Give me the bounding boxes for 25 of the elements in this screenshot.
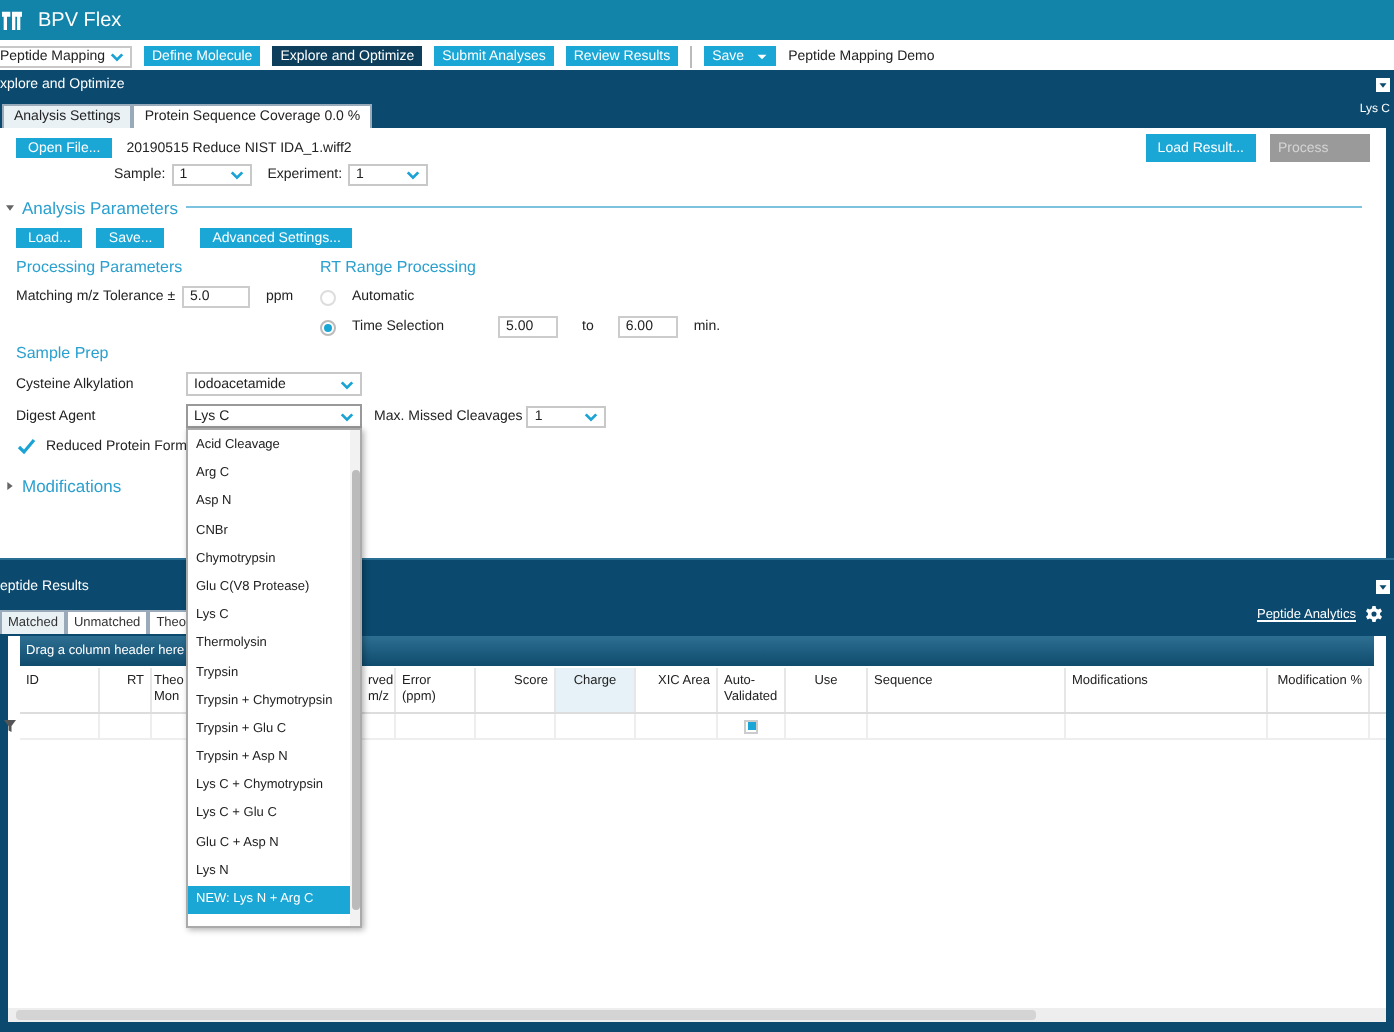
collapse-icon[interactable] [1376,579,1390,593]
radio-button[interactable] [320,289,336,305]
collapse-icon[interactable] [1376,77,1390,91]
caret-icon [756,51,769,61]
chevron-icon [340,411,354,421]
scrollbar[interactable] [8,1008,1386,1022]
filter-icon[interactable] [4,720,16,732]
group-heading: Sample Prep [16,344,111,366]
chevron-icon [406,170,421,180]
chevron-icon [584,411,599,421]
group-heading: RT Range Processing [320,258,478,280]
radio-button[interactable] [320,319,336,335]
chevron-icon [340,379,354,389]
logo-icon [2,10,22,30]
expanded-icon[interactable] [6,203,14,211]
group-heading: Processing Parameters [16,258,185,280]
section-heading: Analysis Parameters [22,197,178,217]
section-heading: Modifications [22,475,122,495]
chevron-icon [110,51,124,61]
window-title: BPV Flex [38,9,122,31]
settings-icon[interactable] [1366,606,1382,622]
filter-checkbox[interactable] [744,719,758,733]
chevron-icon [229,170,244,180]
collapsed-icon[interactable] [6,481,14,489]
scrollbar[interactable] [350,430,360,926]
